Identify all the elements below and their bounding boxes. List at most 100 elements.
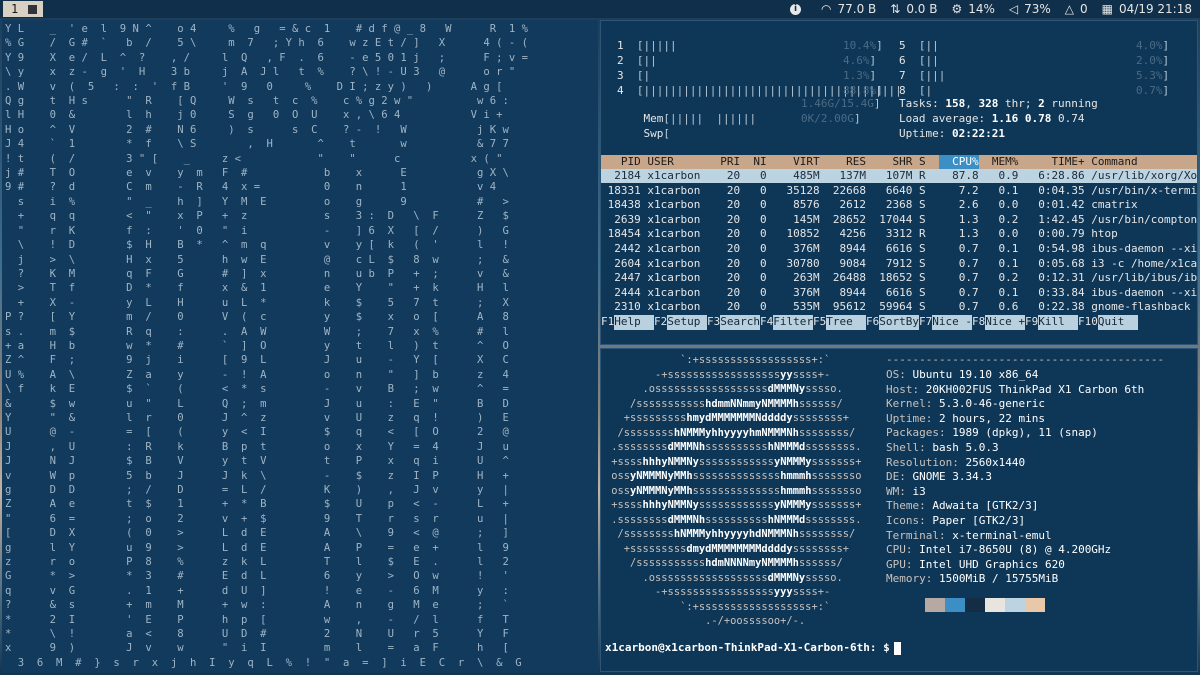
workspace-button[interactable]: 1 [3,1,43,17]
process-cell: 0 [746,300,767,314]
column-header-virt[interactable]: VIRT [773,155,820,170]
fkey-label[interactable]: Nice - [932,315,972,330]
process-cell: 35128 [773,183,820,197]
process-table-header[interactable]: PID USER PRI NI VIRT RES SHR S CPU% MEM%… [601,155,1197,170]
fkey-f10[interactable]: F10 [1078,315,1098,330]
calendar-icon: ▦ [1101,2,1114,16]
process-row[interactable]: 2444 x1carbon 20 0 376M 8944 6616 S 0.7 … [601,286,1197,300]
column-header-pid[interactable]: PID [601,155,641,170]
fkey-label[interactable]: Setup [667,315,707,330]
process-cell: 28652 [826,212,866,226]
status-text: 14% [968,2,995,16]
process-row[interactable]: 2604 x1carbon 20 0 30780 9084 7912 S 0.7… [601,257,1197,271]
process-cell: /usr/bin/compton -f --confi [1091,212,1197,226]
info-icon: i [790,3,801,15]
fkey-f3[interactable]: F3 [707,315,720,330]
fkey-f8[interactable]: F8 [972,315,985,330]
column-header-shr[interactable]: SHR [873,155,912,170]
fkey-f2[interactable]: F2 [654,315,667,330]
process-row[interactable]: 2447 x1carbon 20 0 263M 26488 18652 S 0.… [601,271,1197,285]
fkey-label[interactable]: Help [614,315,654,330]
process-cell: 2639 [601,212,641,226]
color-swatch [945,598,965,612]
column-header-cpu[interactable]: CPU% [938,155,979,170]
column-header-time[interactable]: TIME+ [1025,155,1084,170]
process-cell: 0:12.31 [1024,271,1085,285]
process-row[interactable]: 2639 x1carbon 20 0 145M 28652 17044 S 1.… [601,213,1197,227]
process-cell: ibus-daemon --xim --panel d [1091,242,1197,255]
process-row[interactable]: 18454 x1carbon 20 0 10852 4256 3312 R 1.… [601,227,1197,241]
fkey-f5[interactable]: F5 [813,315,826,330]
neofetch-terminal[interactable]: `:+ssssssssssssssssss+:` -+sssssssssssss… [600,348,1198,672]
status-item-bell[interactable]: △ 0 [1065,2,1088,16]
process-cell: 7.2 [938,183,979,197]
process-cell: 0.7 [938,256,979,270]
process-cell: 263M [773,271,820,285]
process-row[interactable]: 18331 x1carbon 20 0 35128 22668 6640 S 7… [601,184,1197,198]
column-header-s[interactable]: S [919,155,932,170]
fkey-f7[interactable]: F7 [919,315,932,330]
status-text: 0 [1080,2,1088,16]
process-row[interactable]: 2310 x1carbon 20 0 535M 95612 59964 S 0.… [601,300,1197,314]
fkey-f1[interactable]: F1 [601,315,614,330]
separator-line: ----------------------------------------… [886,353,1165,366]
process-cell: x1carbon [647,256,707,270]
process-cell: 535M [773,300,820,314]
status-text: 04/19 21:18 [1119,2,1192,16]
column-header-ni[interactable]: NI [747,155,766,170]
process-cell: 18438 [601,198,641,212]
mem-value: 1.46G/15.4G] [801,97,881,110]
process-cell: 0.0 [985,227,1019,241]
process-row[interactable]: 2442 x1carbon 20 0 376M 8944 6616 S 0.7 … [601,242,1197,256]
cpu-percent: 5.3%] [1136,69,1170,82]
status-item-wifi[interactable]: ◠ 77.0 B [821,2,876,16]
info-os: OS: Ubuntu 19.10 x86_64 [886,368,1039,381]
process-cell: 0 [746,271,767,285]
info-wm: WM: i3 [886,484,926,498]
cmatrix-terminal[interactable]: Y L _ ' e l 9 N ^ o 4 % g = & c 1 # d f … [2,20,598,672]
process-cell: x1carbon [647,183,707,197]
wifi-icon: ◠ [821,2,832,16]
info-uptime: Uptime: 2 hours, 22 mins [886,411,1045,425]
status-item-upload[interactable]: ⇅ 0.0 B [890,2,937,16]
fkey-label[interactable]: Search [720,315,760,330]
fkey-label[interactable]: Tree [826,315,866,330]
shell-prompt[interactable]: x1carbon@x1carbon-ThinkPad-X1-Carbon-6th… [605,641,901,655]
process-cell: 9084 [826,256,866,270]
process-cell: 2442 [601,242,641,255]
column-header-res[interactable]: RES [826,155,866,170]
process-cell: x1carbon [647,285,707,299]
fkey-label[interactable]: Quit [1097,315,1138,330]
process-cell: 0 [746,183,767,197]
process-cell: 7912 [872,256,913,270]
column-header-command[interactable]: Command [1091,155,1197,170]
process-cell: 20 [713,183,741,197]
fkey-f6[interactable]: F6 [866,315,879,330]
process-row[interactable]: 18438 x1carbon 20 0 8576 2612 2368 S 2.6… [601,198,1197,212]
status-item-cpu[interactable]: ⚙ 14% [951,2,994,16]
column-header-mem[interactable]: MEM% [985,155,1019,170]
status-item-calendar[interactable]: ▦ 04/19 21:18 [1102,2,1192,16]
process-cell: 2612 [826,198,866,212]
process-cell: 0.6 [985,300,1019,314]
swap-value: 0K/2.00G] [801,112,861,125]
process-cell: 6616 [872,242,913,255]
color-palette [905,598,1045,612]
fkey-f9[interactable]: F9 [1025,315,1038,330]
fkey-label[interactable]: Nice + [985,315,1025,330]
uptime-line: Uptime: 02:22:21 [899,127,1005,140]
status-item-volume[interactable]: ◁ 73% [1009,2,1051,16]
status-item-info[interactable]: i [790,3,807,15]
fkey-label[interactable]: Filter [773,315,813,330]
process-row[interactable]: 2184 x1carbon 20 0 485M 137M 107M R 87.8… [601,169,1197,183]
color-swatch [985,598,1005,612]
process-cell: x1carbon [647,198,707,212]
column-header-pri[interactable]: PRI [714,155,740,170]
fkey-f4[interactable]: F4 [760,315,773,330]
color-swatch [965,598,985,612]
fkey-label[interactable]: Kill [1038,315,1078,330]
process-cell: x1carbon [647,227,707,241]
fkey-label[interactable]: SortBy [879,315,919,330]
column-header-user[interactable]: USER [647,155,707,170]
htop-terminal[interactable]: 1 [||||| 10.4%] 2 [|| 4.6%] 3 [| 1.3%] 4 [|… [600,20,1198,345]
